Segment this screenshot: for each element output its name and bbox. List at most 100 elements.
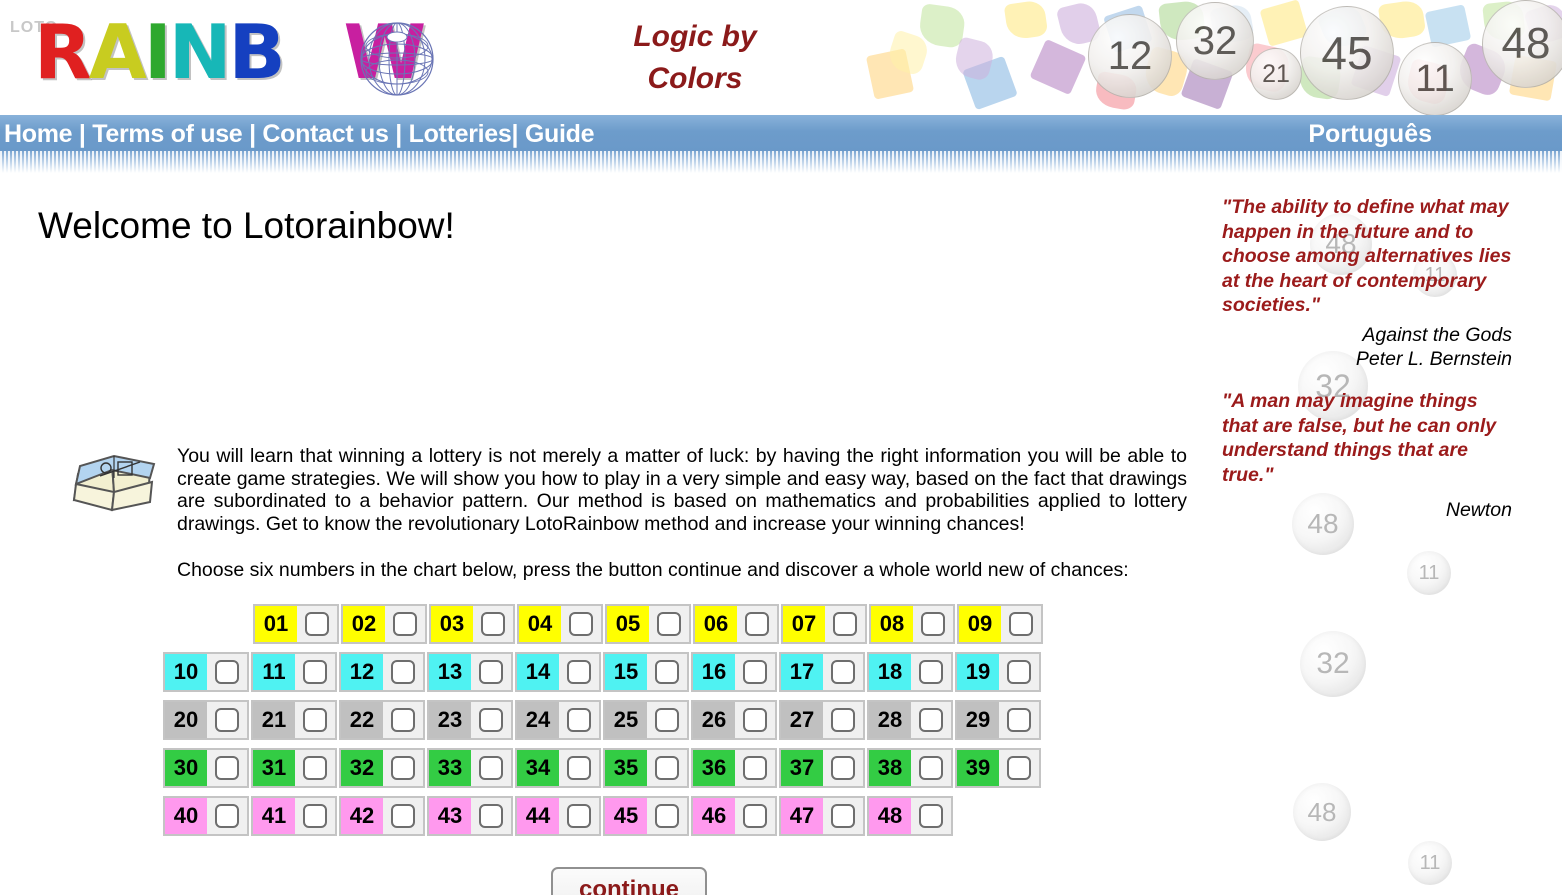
checkbox-40[interactable] xyxy=(215,804,239,828)
checkbox-wrap-29[interactable] xyxy=(999,702,1039,738)
number-cell-37[interactable]: 37 xyxy=(779,748,865,788)
checkbox-wrap-25[interactable] xyxy=(647,702,687,738)
number-cell-23[interactable]: 23 xyxy=(427,700,513,740)
checkbox-wrap-41[interactable] xyxy=(295,798,335,834)
number-cell-34[interactable]: 34 xyxy=(515,748,601,788)
checkbox-07[interactable] xyxy=(833,612,857,636)
checkbox-42[interactable] xyxy=(391,804,415,828)
checkbox-wrap-01[interactable] xyxy=(297,606,337,642)
number-cell-40[interactable]: 40 xyxy=(163,796,249,836)
checkbox-05[interactable] xyxy=(657,612,681,636)
number-cell-43[interactable]: 43 xyxy=(427,796,513,836)
checkbox-43[interactable] xyxy=(479,804,503,828)
number-cell-20[interactable]: 20 xyxy=(163,700,249,740)
checkbox-04[interactable] xyxy=(569,612,593,636)
number-cell-47[interactable]: 47 xyxy=(779,796,865,836)
checkbox-44[interactable] xyxy=(567,804,591,828)
continue-button[interactable]: continue xyxy=(551,867,707,895)
checkbox-wrap-15[interactable] xyxy=(647,654,687,690)
number-cell-28[interactable]: 28 xyxy=(867,700,953,740)
checkbox-34[interactable] xyxy=(567,756,591,780)
number-cell-04[interactable]: 04 xyxy=(517,604,603,644)
checkbox-wrap-36[interactable] xyxy=(735,750,775,786)
site-logo[interactable]: LOTO RAINBOW xyxy=(6,6,526,106)
checkbox-13[interactable] xyxy=(479,660,503,684)
checkbox-wrap-45[interactable] xyxy=(647,798,687,834)
number-selection-grid[interactable]: 01 02 03 04 05 06 07 08 09 10 11 12 13 14 15 16 17 18 19 20… xyxy=(163,604,1045,844)
checkbox-33[interactable] xyxy=(479,756,503,780)
portugues-link[interactable]: Português xyxy=(1308,120,1432,148)
number-cell-05[interactable]: 05 xyxy=(605,604,691,644)
checkbox-wrap-07[interactable] xyxy=(825,606,865,642)
checkbox-wrap-08[interactable] xyxy=(913,606,953,642)
checkbox-23[interactable] xyxy=(479,708,503,732)
number-cell-09[interactable]: 09 xyxy=(957,604,1043,644)
number-cell-35[interactable]: 35 xyxy=(603,748,689,788)
number-cell-01[interactable]: 01 xyxy=(253,604,339,644)
checkbox-45[interactable] xyxy=(655,804,679,828)
number-cell-02[interactable]: 02 xyxy=(341,604,427,644)
checkbox-wrap-19[interactable] xyxy=(999,654,1039,690)
checkbox-02[interactable] xyxy=(393,612,417,636)
checkbox-wrap-23[interactable] xyxy=(471,702,511,738)
checkbox-wrap-31[interactable] xyxy=(295,750,335,786)
checkbox-26[interactable] xyxy=(743,708,767,732)
checkbox-24[interactable] xyxy=(567,708,591,732)
number-cell-12[interactable]: 12 xyxy=(339,652,425,692)
number-cell-18[interactable]: 18 xyxy=(867,652,953,692)
checkbox-wrap-16[interactable] xyxy=(735,654,775,690)
checkbox-wrap-12[interactable] xyxy=(383,654,423,690)
number-cell-46[interactable]: 46 xyxy=(691,796,777,836)
number-cell-41[interactable]: 41 xyxy=(251,796,337,836)
checkbox-wrap-26[interactable] xyxy=(735,702,775,738)
checkbox-wrap-30[interactable] xyxy=(207,750,247,786)
checkbox-06[interactable] xyxy=(745,612,769,636)
checkbox-12[interactable] xyxy=(391,660,415,684)
checkbox-11[interactable] xyxy=(303,660,327,684)
checkbox-29[interactable] xyxy=(1007,708,1031,732)
checkbox-wrap-09[interactable] xyxy=(1001,606,1041,642)
checkbox-10[interactable] xyxy=(215,660,239,684)
checkbox-37[interactable] xyxy=(831,756,855,780)
checkbox-31[interactable] xyxy=(303,756,327,780)
number-cell-03[interactable]: 03 xyxy=(429,604,515,644)
checkbox-wrap-14[interactable] xyxy=(559,654,599,690)
checkbox-48[interactable] xyxy=(919,804,943,828)
checkbox-wrap-24[interactable] xyxy=(559,702,599,738)
checkbox-19[interactable] xyxy=(1007,660,1031,684)
number-cell-22[interactable]: 22 xyxy=(339,700,425,740)
number-cell-08[interactable]: 08 xyxy=(869,604,955,644)
number-cell-10[interactable]: 10 xyxy=(163,652,249,692)
number-cell-45[interactable]: 45 xyxy=(603,796,689,836)
checkbox-28[interactable] xyxy=(919,708,943,732)
number-cell-14[interactable]: 14 xyxy=(515,652,601,692)
number-cell-25[interactable]: 25 xyxy=(603,700,689,740)
checkbox-wrap-03[interactable] xyxy=(473,606,513,642)
checkbox-46[interactable] xyxy=(743,804,767,828)
checkbox-wrap-02[interactable] xyxy=(385,606,425,642)
number-cell-42[interactable]: 42 xyxy=(339,796,425,836)
nav-item-terms-of-use[interactable]: Terms of use xyxy=(92,120,242,148)
checkbox-39[interactable] xyxy=(1007,756,1031,780)
number-cell-16[interactable]: 16 xyxy=(691,652,777,692)
checkbox-wrap-06[interactable] xyxy=(737,606,777,642)
number-cell-44[interactable]: 44 xyxy=(515,796,601,836)
number-cell-17[interactable]: 17 xyxy=(779,652,865,692)
number-cell-26[interactable]: 26 xyxy=(691,700,777,740)
number-cell-30[interactable]: 30 xyxy=(163,748,249,788)
checkbox-36[interactable] xyxy=(743,756,767,780)
checkbox-47[interactable] xyxy=(831,804,855,828)
number-cell-33[interactable]: 33 xyxy=(427,748,513,788)
checkbox-wrap-40[interactable] xyxy=(207,798,247,834)
number-cell-32[interactable]: 32 xyxy=(339,748,425,788)
checkbox-wrap-38[interactable] xyxy=(911,750,951,786)
checkbox-wrap-44[interactable] xyxy=(559,798,599,834)
checkbox-18[interactable] xyxy=(919,660,943,684)
checkbox-wrap-35[interactable] xyxy=(647,750,687,786)
number-cell-48[interactable]: 48 xyxy=(867,796,953,836)
checkbox-wrap-32[interactable] xyxy=(383,750,423,786)
checkbox-41[interactable] xyxy=(303,804,327,828)
number-cell-19[interactable]: 19 xyxy=(955,652,1041,692)
checkbox-38[interactable] xyxy=(919,756,943,780)
number-cell-11[interactable]: 11 xyxy=(251,652,337,692)
